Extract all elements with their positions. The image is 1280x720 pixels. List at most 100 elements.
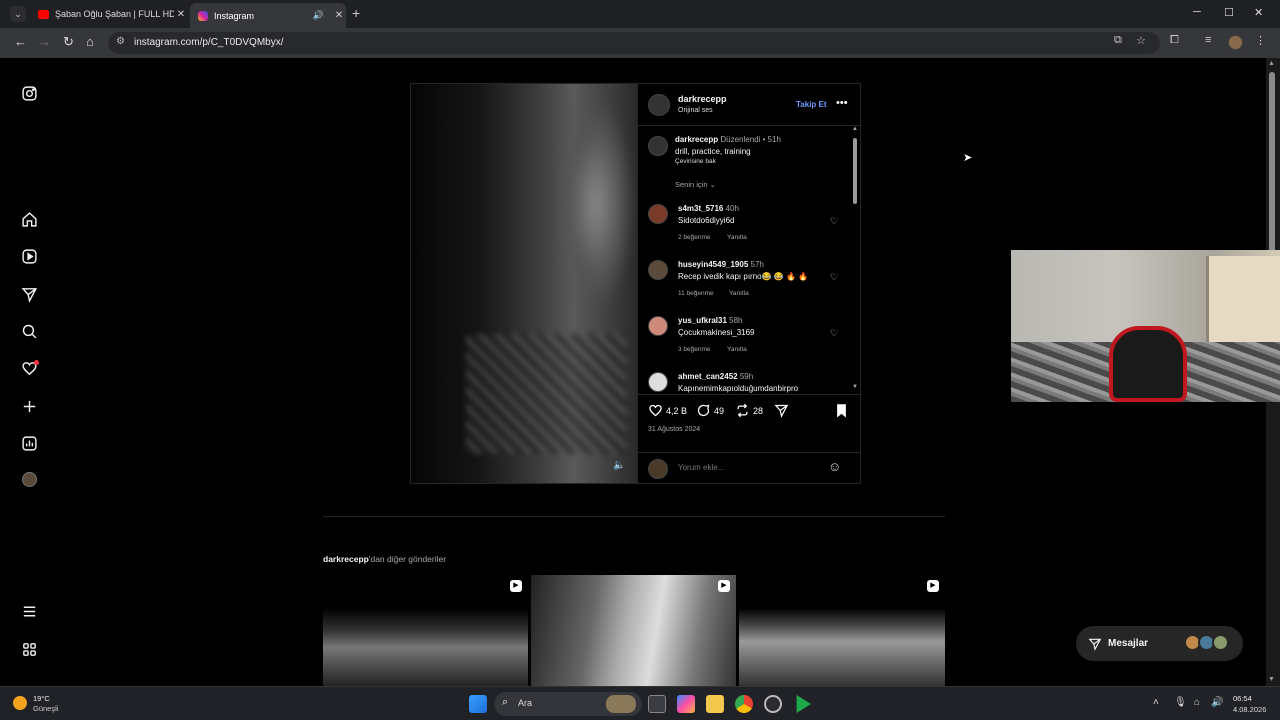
create-plus-icon[interactable] (20, 397, 38, 415)
scrollbar-thumb[interactable] (1269, 72, 1275, 258)
emoji-icon[interactable]: ☺ (828, 459, 841, 474)
steam-icon[interactable] (764, 695, 782, 713)
like-comment-icon[interactable]: ♡ (830, 272, 838, 283)
share-button[interactable] (774, 403, 792, 418)
reply-button[interactable]: Yanıtla (727, 234, 747, 241)
audio-playing-icon[interactable]: 🔊 (313, 10, 324, 21)
media-player-icon[interactable] (796, 695, 811, 713)
menu-hamburger-icon[interactable] (20, 602, 38, 620)
audio-label[interactable]: Orijinal ses (678, 107, 713, 114)
scroll-down-icon[interactable]: ▼ (1268, 676, 1275, 683)
home-icon[interactable]: ⌂ (86, 34, 94, 49)
comment-avatar[interactable] (648, 260, 668, 280)
maximize-icon[interactable]: ☐ (1224, 6, 1234, 19)
messages-button[interactable]: Mesajlar (1076, 626, 1243, 661)
comment-likes[interactable]: 2 beğenme (678, 234, 711, 241)
follow-button[interactable]: Takip Et (796, 100, 827, 109)
tab-instagram[interactable]: Instagram 🔊 ✕ (190, 3, 346, 28)
direct-messages-icon[interactable] (20, 285, 38, 303)
like-button[interactable]: 4,2 B (648, 403, 687, 418)
chevron-up-icon[interactable]: ˄ (1153, 697, 1159, 708)
network-icon[interactable]: ⌂ (1194, 697, 1200, 708)
chrome-icon[interactable] (735, 695, 753, 713)
microphone-icon[interactable]: 🎙 (1174, 697, 1187, 708)
more-posts-username[interactable]: darkrecepp (323, 554, 369, 564)
comments-list[interactable]: darkrecepp Düzenlendi • 51h drill, pract… (638, 126, 861, 394)
profile-avatar-nav[interactable] (22, 472, 37, 487)
reply-button[interactable]: Yanıtla (727, 346, 747, 353)
copilot-icon[interactable] (677, 695, 695, 713)
new-tab-button[interactable]: + (352, 5, 360, 21)
comment-input[interactable] (678, 463, 818, 472)
speaker-icon[interactable]: 🔊 (1211, 697, 1223, 708)
translate-link[interactable]: Çevirisine bak (675, 158, 716, 165)
profile-avatar[interactable] (1228, 35, 1243, 50)
comment-likes[interactable]: 11 beğenme (678, 290, 714, 297)
instagram-logo-icon[interactable] (20, 84, 38, 102)
clock-time[interactable]: 06:54 (1233, 694, 1252, 703)
scroll-up-icon[interactable]: ▲ (852, 126, 858, 132)
like-comment-icon[interactable]: ♡ (830, 328, 838, 339)
caption-avatar[interactable] (648, 136, 668, 156)
reply-button[interactable]: Yanıtla (729, 290, 749, 297)
bookmark-star-icon[interactable]: ☆ (1136, 34, 1146, 47)
minimize-icon[interactable]: ─ (1193, 6, 1201, 18)
comment-likes[interactable]: 3 beğenme (678, 346, 711, 353)
comment-sort-dropdown[interactable]: Senin için ⌄ (675, 180, 716, 189)
close-tab-icon[interactable]: ✕ (332, 10, 346, 21)
comment-username[interactable]: yus_ufkral31 (678, 316, 727, 325)
save-button[interactable] (834, 403, 852, 418)
site-info-icon[interactable]: ⚙ (116, 36, 125, 47)
close-tab-icon[interactable]: ✕ (174, 9, 188, 20)
comment-avatar[interactable] (648, 316, 668, 336)
comment-username[interactable]: ahmet_can2452 (678, 372, 738, 381)
address-bar[interactable]: ⚙ instagram.com/p/C_T0DVQMbyx/ (108, 32, 1160, 54)
volume-icon[interactable]: 🔈 (613, 460, 625, 471)
comments-scrollbar[interactable]: ▲ ▼ (852, 126, 858, 392)
media-control-icon[interactable]: ≡ (1205, 34, 1211, 46)
weather-sun-icon[interactable] (13, 696, 27, 710)
comment-username[interactable]: s4m3t_5716 (678, 204, 723, 213)
more-options-icon[interactable]: ••• (836, 97, 848, 109)
like-comment-icon[interactable]: ♡ (830, 216, 838, 227)
weather-desc[interactable]: Güneşli (33, 704, 58, 713)
post-video[interactable]: 🔈 (411, 84, 637, 483)
comment-username[interactable]: huseyin4549_1905 (678, 260, 748, 269)
close-window-icon[interactable]: ✕ (1254, 6, 1263, 19)
reload-icon[interactable]: ↻ (63, 34, 74, 50)
comment-avatar[interactable] (648, 204, 668, 224)
author-username[interactable]: darkrecepp (678, 94, 727, 104)
post-thumbnail[interactable]: ▶ (531, 575, 736, 686)
post-thumbnail[interactable]: ▶ (739, 575, 945, 686)
comment-text: Kapınemimkapıolduğumdanbirpro (678, 384, 799, 393)
tab-search-button[interactable]: ⌄ (10, 6, 26, 22)
post-date[interactable]: 31 Ağustos 2024 (648, 426, 700, 433)
file-explorer-icon[interactable] (706, 695, 724, 713)
windows-start-icon[interactable] (469, 695, 487, 713)
weather-temp[interactable]: 19°C (33, 694, 50, 703)
search-icon[interactable] (20, 322, 38, 340)
reels-icon[interactable] (20, 247, 38, 265)
home-nav-icon[interactable] (20, 210, 38, 228)
caption-username[interactable]: darkrecepp (675, 135, 718, 144)
dashboard-icon[interactable] (20, 434, 38, 452)
scroll-up-icon[interactable]: ▲ (1268, 60, 1275, 67)
post-thumbnail[interactable]: ▶ (323, 575, 528, 686)
taskbar-search[interactable]: ⌕ Ara (494, 692, 642, 716)
extensions-icon[interactable]: ⧠ (1170, 34, 1179, 47)
task-view-icon[interactable] (648, 695, 666, 713)
install-app-icon[interactable]: ⧉ (1114, 34, 1122, 47)
tab-youtube[interactable]: Şaban Oğlu Şaban | FULL HD - Y ✕ (30, 3, 188, 25)
comment-avatar[interactable] (648, 372, 668, 392)
repost-button[interactable]: 28 (735, 403, 763, 418)
scroll-down-icon[interactable]: ▼ (852, 384, 858, 390)
threads-apps-icon[interactable] (20, 640, 38, 658)
comments-scroll-thumb[interactable] (853, 138, 857, 204)
clock-date[interactable]: 4.08.2026 (1233, 705, 1266, 714)
comment-button[interactable]: 49 (696, 403, 724, 418)
comment-item: s4m3t_5716 40h Sidotdo6diyyi6d 2 beğenme… (638, 204, 848, 258)
author-avatar[interactable] (648, 94, 670, 116)
back-icon[interactable]: ← (14, 34, 27, 49)
forward-icon[interactable]: → (38, 34, 51, 49)
menu-dots-icon[interactable]: ⋮ (1255, 34, 1266, 47)
